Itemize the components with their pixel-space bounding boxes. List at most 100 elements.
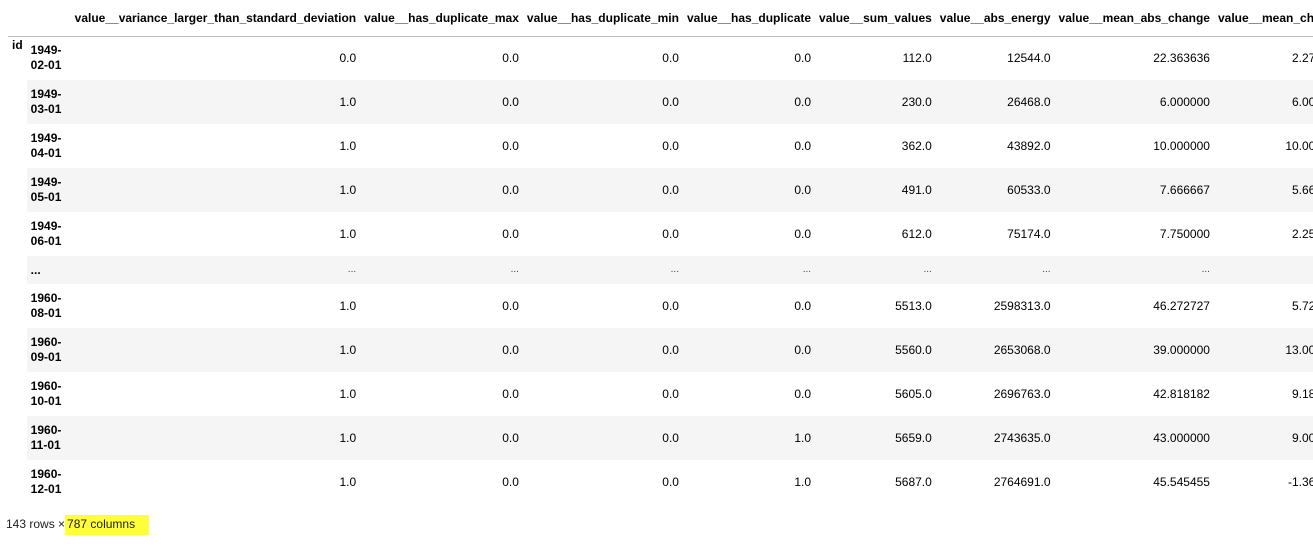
table-cell: 1.0: [682, 416, 816, 460]
row-index-label: 1949-02-01: [27, 36, 71, 80]
table-cell: 5605.0: [895, 387, 932, 401]
table-cell: 43892.0: [1007, 139, 1051, 153]
column-header: value__sum_values: [815, 0, 936, 37]
table-cell: 9.000000: [1213, 416, 1313, 460]
table-cell: 0.0: [360, 168, 523, 212]
table-cell: 42.818182: [1153, 387, 1210, 401]
table-cell: 0.0: [662, 299, 679, 313]
table-cell: 5659.0: [815, 416, 936, 460]
row-index-label: 1949-05-01: [26, 168, 71, 212]
table-row: 1960-09-01 1.0 0.0 0.0 0.0 5560.0 2653068.0 39.…: [8, 328, 1313, 372]
table-cell: 0.0: [794, 227, 812, 241]
table-cell: 22.363636: [1153, 51, 1210, 66]
index-name: id: [8, 36, 27, 504]
table-cell: 60533.0: [935, 168, 1055, 212]
table-cell: 10.000000: [1285, 139, 1313, 153]
column-header-row: value__variance_larger_than_standard_dev…: [8, 0, 1313, 37]
table-cell: 5513.0: [895, 299, 932, 313]
table-header: value__variance_larger_than_standard_dev…: [8, 0, 1313, 37]
table-cell: 6.000000: [1054, 80, 1214, 124]
table-cell: ...: [935, 256, 1055, 284]
table-cell: 0.0: [682, 168, 816, 212]
table-cell: 2653068.0: [935, 328, 1055, 372]
table-cell: 0.0: [522, 168, 683, 212]
table-cell: 0.0: [794, 299, 812, 313]
table-cell: 45.545455: [1153, 475, 1210, 489]
table-cell: 0.0: [662, 51, 679, 66]
table-cell: ...: [1213, 256, 1313, 284]
row-index-label: 1949-06-01: [27, 212, 71, 256]
table-cell: 0.0: [682, 80, 816, 124]
table-cell: 5.727273: [1291, 299, 1313, 313]
table-cell: 0.0: [794, 51, 812, 66]
column-header: value__has_duplicate: [682, 0, 816, 37]
table-cell: 0.0: [682, 328, 816, 372]
table-cell: 2696763.0: [993, 387, 1051, 401]
row-index-text: 1949-06-01: [30, 219, 62, 248]
row-index-text: 1960-08-01: [30, 291, 62, 320]
table-row: 1949-06-01 1.0 0.0 0.0 0.0 612.0 75174.0 7.7500…: [8, 212, 1313, 256]
table-cell: 13.000000: [1213, 328, 1313, 372]
table-cell: 0.0: [360, 416, 523, 460]
table-cell: 6.000000: [1213, 80, 1313, 124]
table-cell: 1.0: [70, 328, 361, 372]
table-cell: 0.0: [662, 139, 679, 153]
row-index-text: 1960-11-01: [30, 423, 62, 452]
row-count-text: 143 rows ×: [6, 517, 66, 531]
table-cell: ...: [815, 256, 936, 284]
table-cell: 0.0: [502, 299, 519, 313]
table-cell: ...: [682, 256, 816, 284]
table-cell: 0.0: [502, 51, 519, 66]
table-row: 1960-11-01 1.0 0.0 0.0 1.0 5659.0 2743635.0 43.…: [8, 416, 1313, 460]
table-row: 1960-08-01 1.0 0.0 0.0 0.0 5513.0 2598313.0 46.…: [8, 284, 1313, 328]
column-count-highlight: 787 columns: [65, 515, 150, 535]
table-cell: 1.0: [70, 168, 361, 212]
table-cell: 0.0: [794, 139, 812, 153]
table-cell: 0.0: [360, 80, 523, 124]
column-header: value__has_duplicate_min: [522, 0, 683, 37]
row-index-text: ...: [30, 262, 41, 277]
row-index-label: 1949-04-01: [27, 124, 71, 168]
table-body: id 1949-02-01 0.0 0.0 0.0 0.0 112.0 12544.0 22.3…: [8, 36, 1313, 504]
ellipsis-row: ...........................: [8, 256, 1313, 284]
table-cell: 5.666667: [1213, 168, 1313, 212]
table-cell: 1.0: [339, 227, 357, 241]
row-index-text: 1960-10-01: [30, 379, 62, 408]
table-cell: 1.0: [794, 475, 812, 489]
row-index-text: 1949-04-01: [30, 131, 62, 160]
table-cell: 0.0: [662, 387, 679, 401]
table-cell: 43.000000: [1054, 416, 1214, 460]
table-cell: 1.0: [70, 416, 361, 460]
table-cell: 2.272727: [1291, 51, 1313, 66]
table-cell: 112.0: [902, 51, 932, 66]
table-cell: 12544.0: [1007, 51, 1051, 66]
row-index-label: ...: [26, 256, 71, 284]
row-index-label: 1949-03-01: [26, 80, 71, 124]
table-cell: 39.000000: [1054, 328, 1214, 372]
table-cell: -1.363636: [1288, 475, 1313, 489]
table-cell: 5687.0: [895, 475, 932, 489]
row-index-text: 1949-02-01: [30, 43, 62, 73]
table-cell: 362.0: [901, 139, 932, 153]
column-header: value__has_duplicate_max: [360, 0, 523, 37]
table-cell: 2764691.0: [993, 475, 1051, 489]
table-cell: 612.0: [901, 227, 932, 241]
column-header: value__variance_larger_than_standard_dev…: [70, 0, 361, 37]
row-index-label: 1960-11-01: [26, 416, 71, 460]
table-cell: ...: [360, 256, 523, 284]
table-cell: 0.0: [794, 387, 812, 401]
table-cell: 7.666667: [1054, 168, 1214, 212]
table-cell: 2743635.0: [935, 416, 1055, 460]
table-cell: 491.0: [815, 168, 936, 212]
table-cell: 2598313.0: [993, 299, 1051, 313]
shape-summary: 143 rows × 787 columns: [6, 515, 150, 535]
row-index-label: 1960-09-01: [26, 328, 71, 372]
table-cell: 75174.0: [1007, 227, 1051, 241]
table-cell: 0.0: [522, 416, 683, 460]
row-index-text: 1960-09-01: [30, 335, 62, 364]
table-cell: 1.0: [339, 299, 357, 313]
header-corner: [8, 0, 71, 37]
table-cell: 2.250000: [1291, 227, 1313, 241]
column-header: value__mean_abs_change: [1054, 0, 1214, 37]
table-cell: 0.0: [662, 227, 679, 241]
